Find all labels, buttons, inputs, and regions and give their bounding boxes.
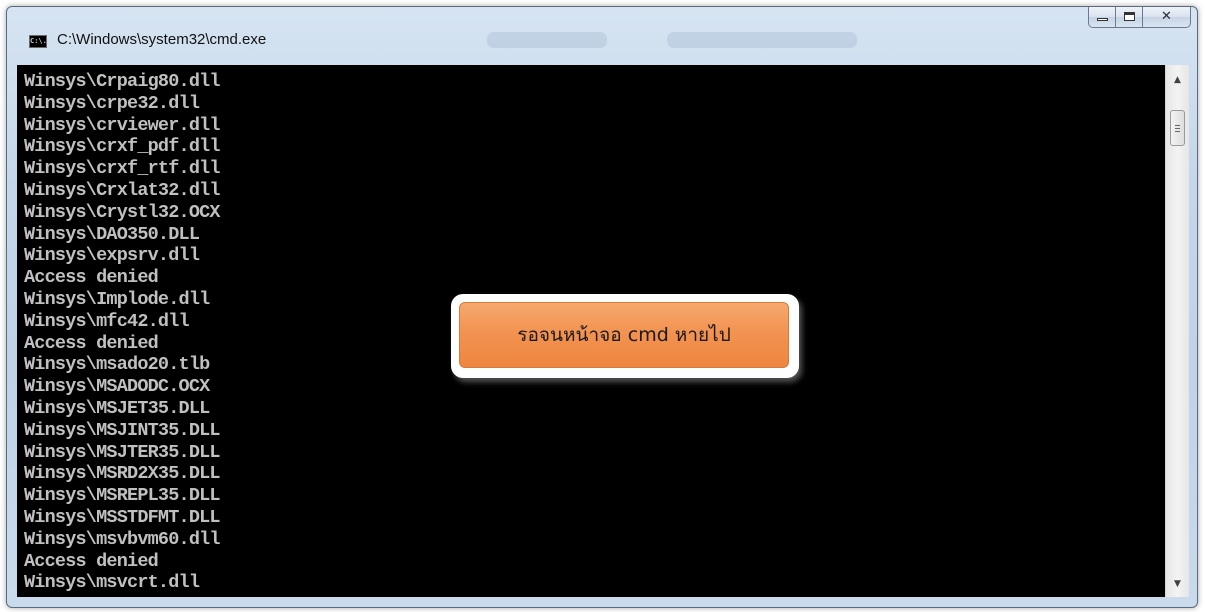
console-line: Winsys\crxf_rtf.dll: [24, 158, 221, 180]
console-line: Winsys\crxf_pdf.dll: [24, 136, 221, 158]
console-line: Access denied: [24, 267, 159, 289]
title-bar[interactable]: C:\. C:\Windows\system32\cmd.exe ✕: [7, 7, 1197, 65]
scroll-down-arrow-icon[interactable]: ▼: [1166, 575, 1189, 593]
grip-line: [1175, 128, 1180, 129]
close-icon: ✕: [1161, 9, 1172, 24]
caption-buttons: ✕: [1088, 7, 1191, 29]
console-line: Winsys\expsrv.dll: [24, 245, 200, 267]
window-title: C:\Windows\system32\cmd.exe: [57, 31, 267, 48]
console-line: Winsys\Crpaig80.dll: [24, 71, 221, 92]
console-line: Winsys\MSJET35.DLL: [24, 397, 210, 419]
console-line: Winsys\MSJTER35.DLL: [24, 441, 221, 463]
console-lines: Winsys\Crpaig80.dll Winsys\crpe32.dll Wins…: [24, 71, 221, 594]
vertical-scrollbar[interactable]: ▲ ▼: [1165, 65, 1189, 597]
grip-line: [1175, 125, 1180, 126]
console-line: Winsys\Crystl32.OCX: [24, 201, 221, 223]
console-line: Access denied: [24, 550, 159, 572]
maximize-button[interactable]: [1116, 7, 1143, 28]
console-line: Winsys\msado20.tlb: [24, 354, 210, 376]
cmd-console-icon[interactable]: C:\.: [29, 35, 47, 48]
grip-line: [1175, 131, 1180, 132]
callout-box: รอจนหน้าจอ cmd หายไป: [459, 302, 789, 368]
scroll-up-arrow-icon[interactable]: ▲: [1166, 71, 1189, 89]
minimize-button[interactable]: [1088, 7, 1116, 28]
console-line: Winsys\DAO350.DLL: [24, 223, 200, 245]
console-line: Winsys\Crxlat32.dll: [24, 179, 221, 201]
console-line: Winsys\MSREPL35.DLL: [24, 485, 221, 507]
background-blur: [667, 32, 857, 48]
instruction-callout: รอจนหน้าจอ cmd หายไป: [451, 294, 799, 378]
console-line: Winsys\crviewer.dll: [24, 114, 221, 136]
console-line: Winsys\MSADODC.OCX: [24, 376, 210, 398]
console-line: Winsys\msvcrt.dll: [24, 572, 200, 594]
callout-text: รอจนหน้าจอ cmd หายไป: [517, 324, 731, 346]
maximize-icon: [1124, 12, 1135, 21]
console-line: Winsys\MSJINT35.DLL: [24, 419, 221, 441]
console-line: Winsys\Implode.dll: [24, 288, 210, 310]
close-button[interactable]: ✕: [1143, 7, 1191, 28]
background-blur: [487, 32, 607, 48]
minimize-icon: [1097, 18, 1108, 21]
console-line: Winsys\MSRD2X35.DLL: [24, 463, 221, 485]
console-line: Access denied: [24, 332, 159, 354]
scroll-thumb[interactable]: [1170, 110, 1185, 146]
console-line: Winsys\mfc42.dll: [24, 310, 190, 332]
console-line: Winsys\crpe32.dll: [24, 92, 200, 114]
console-line: Winsys\msvbvm60.dll: [24, 528, 221, 550]
console-line: Winsys\MSSTDFMT.DLL: [24, 506, 221, 528]
